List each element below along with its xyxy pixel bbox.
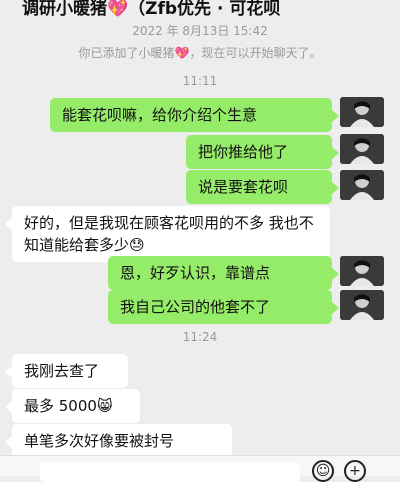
message-text: 最多 5000😸 <box>24 397 113 415</box>
message-text: 我刚去查了 <box>24 362 100 380</box>
avatar[interactable] <box>340 170 384 200</box>
add-icon[interactable]: + <box>344 460 366 482</box>
input-bar: ☺ + <box>0 455 400 482</box>
system-message: 你已添加了小暖猪💖，现在可以开始聊天了。 <box>78 46 322 60</box>
avatar[interactable] <box>340 290 384 320</box>
message-input[interactable] <box>40 462 300 482</box>
message-text: 把你推给他了 <box>198 143 289 161</box>
chat-title[interactable]: 调研小暖猪💖（Zfb优先 · 可花呗 <box>22 0 280 19</box>
message-bubble-outgoing[interactable]: 我自己公司的他套不了 <box>108 290 339 324</box>
message-bubble-incoming[interactable]: 我刚去查了 <box>5 354 128 388</box>
added-date: 2022 年 8月13日 15:42 <box>132 24 268 38</box>
avatar[interactable] <box>340 134 384 164</box>
message-bubble-outgoing[interactable]: 恩，好歹认识，靠谱点 <box>108 256 339 290</box>
avatar[interactable] <box>340 256 384 286</box>
message-text: 恩，好歹认识，靠谱点 <box>120 264 271 282</box>
emoji-icon[interactable]: ☺ <box>312 460 334 482</box>
chat-header: 调研小暖猪💖（Zfb优先 · 可花呗 <box>0 0 400 20</box>
message-text: 能套花呗嘛，给你介绍个生意 <box>62 106 258 124</box>
message-bubble-incoming[interactable]: 好的，但是我现在顾客花呗用的不多 我也不知道能给套多少😓 <box>5 206 330 262</box>
message-bubble-outgoing[interactable]: 说是要套花呗 <box>186 170 339 204</box>
timestamp: 11:24 <box>182 330 218 344</box>
message-bubble-outgoing[interactable]: 把你推给他了 <box>186 135 339 169</box>
message-text: 好的，但是我现在顾客花呗用的不多 我也不知道能给套多少😓 <box>24 214 314 254</box>
timestamp: 11:11 <box>182 74 218 88</box>
avatar[interactable] <box>340 97 384 127</box>
message-bubble-incoming[interactable]: 最多 5000😸 <box>5 389 140 423</box>
message-text: 单笔多次好像要被封号 <box>24 432 175 450</box>
message-bubble-outgoing[interactable]: 能套花呗嘛，给你介绍个生意 <box>50 98 339 132</box>
message-text: 我自己公司的他套不了 <box>120 298 271 316</box>
message-bubble-incoming[interactable]: 单笔多次好像要被封号 <box>5 424 232 458</box>
message-text: 说是要套花呗 <box>198 178 289 196</box>
